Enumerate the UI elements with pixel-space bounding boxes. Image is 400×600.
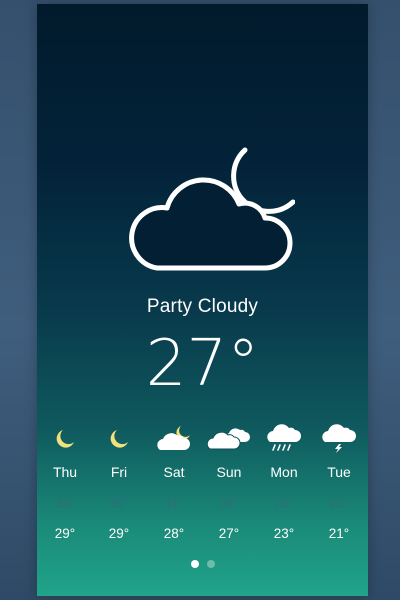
low-temp: 23°	[273, 526, 295, 541]
forecast-day[interactable]: Mon 25° 23°	[257, 422, 311, 541]
high-temp: 29°	[218, 496, 240, 511]
forecast-day[interactable]: Sat 31° 28°	[147, 422, 201, 541]
forecast-day[interactable]: Sun 29° 27°	[202, 422, 256, 541]
forecast-day[interactable]: Thu 33° 29°	[38, 422, 92, 541]
low-temp: 27°	[218, 526, 240, 541]
current-temperature: 27°	[145, 327, 260, 401]
day-name: Tue	[327, 464, 351, 480]
low-temp: 21°	[328, 526, 350, 541]
forecast-day[interactable]: Fri 35° 29°	[92, 422, 146, 541]
page-indicator	[37, 560, 368, 568]
day-name: Sat	[163, 464, 185, 480]
day-name: Sun	[216, 464, 242, 480]
cloud-moon-icon	[157, 426, 190, 450]
high-temp: 33°	[54, 496, 76, 511]
low-temp: 29°	[108, 526, 130, 541]
low-temp: 28°	[163, 526, 185, 541]
high-temp: 23°	[328, 496, 350, 511]
weather-screen: Party Cloudy 27° Thu 33° 29° Fri 35° 29°	[37, 4, 368, 596]
rain-cloud-icon	[267, 424, 301, 451]
forecast-day[interactable]: Tue 23° 21°	[312, 422, 366, 541]
high-temp: 31°	[163, 496, 185, 511]
moon-icon	[110, 430, 128, 448]
day-name: Mon	[270, 464, 298, 480]
thunder-cloud-icon	[322, 424, 356, 453]
cloud-moon-icon	[129, 147, 295, 271]
page-dot-active[interactable]	[190, 560, 199, 568]
high-temp: 35°	[108, 496, 130, 511]
condition-label: Party Cloudy	[146, 296, 259, 317]
low-temp: 29°	[54, 526, 76, 541]
clouds-icon	[207, 428, 250, 450]
high-temp: 25°	[273, 496, 295, 511]
day-name: Fri	[110, 464, 128, 480]
page-dot[interactable]	[206, 560, 215, 568]
day-name: Thu	[52, 464, 78, 480]
moon-icon	[56, 430, 74, 448]
